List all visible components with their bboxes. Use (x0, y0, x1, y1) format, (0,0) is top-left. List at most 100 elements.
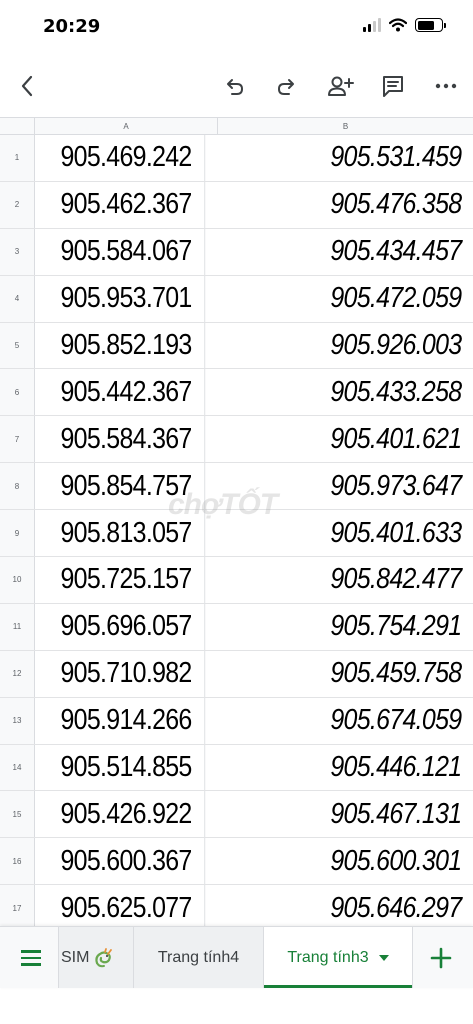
table-row: 6 905.442.367 905.433.258 (0, 369, 473, 417)
toolbar (0, 58, 473, 114)
table-row: 5 905.852.193 905.926.003 (0, 322, 473, 370)
more-options-button[interactable] (429, 70, 463, 102)
status-icons (363, 18, 446, 32)
cell-b-value: 905.600.301 (329, 844, 462, 877)
cell-b[interactable]: 905.842.477 (218, 557, 462, 603)
cell-b-value: 905.926.003 (329, 329, 462, 361)
spreadsheet-grid: A B 1 905.469.242 905.531.459 2 905.462.367 9… (0, 117, 473, 933)
cell-b[interactable]: 905.446.121 (218, 745, 462, 791)
cell-b[interactable]: 905.973.647 (218, 463, 462, 509)
cell-b-value: 905.401.621 (329, 422, 462, 455)
table-row: 16 905.600.367 905.600.301 (0, 838, 473, 886)
wifi-icon (389, 18, 407, 32)
tab-trang-tinh3[interactable]: Trang tính3 (263, 927, 413, 988)
cell-a[interactable]: 905.442.367 (48, 369, 206, 416)
cell-a[interactable]: 905.710.982 (48, 650, 206, 697)
cell-b[interactable]: 905.646.297 (218, 885, 462, 931)
table-row: 8 905.854.757 905.973.647 (0, 463, 473, 511)
row-number[interactable]: 14 (0, 744, 35, 791)
cell-b[interactable]: 905.433.258 (218, 369, 462, 415)
row-number[interactable]: 13 (0, 697, 35, 744)
cell-b[interactable]: 905.531.459 (218, 135, 462, 181)
cell-a[interactable]: 905.725.157 (48, 557, 206, 603)
row-number[interactable]: 4 (0, 275, 35, 322)
cellular-signal-icon (363, 18, 381, 32)
row-number[interactable]: 17 (0, 885, 35, 932)
cell-a[interactable]: 905.625.077 (48, 885, 206, 932)
cell-b[interactable]: 905.467.131 (218, 791, 462, 837)
grid-rows: 1 905.469.242 905.531.459 2 905.462.367 905.4… (0, 135, 473, 933)
row-number[interactable]: 16 (0, 838, 35, 885)
tab-dropdown-icon[interactable] (378, 954, 389, 961)
row-number[interactable]: 5 (0, 322, 35, 369)
comment-button[interactable] (376, 70, 410, 102)
redo-icon (277, 79, 294, 95)
chevron-left-icon (21, 75, 33, 97)
table-row: 11 905.696.057 905.754.291 (0, 603, 473, 651)
cell-a[interactable]: 905.600.367 (48, 838, 206, 885)
cell-b[interactable]: 905.401.633 (218, 510, 462, 556)
cell-b-value: 905.446.121 (329, 751, 462, 784)
cell-b-value: 905.674.059 (329, 704, 462, 737)
table-row: 3 905.584.067 905.434.457 (0, 228, 473, 276)
cell-b-value: 905.842.477 (329, 563, 462, 596)
cell-a[interactable]: 905.914.266 (48, 697, 206, 744)
cell-b-value: 905.646.297 (329, 891, 462, 924)
cell-a[interactable]: 905.584.067 (48, 228, 206, 275)
cell-b[interactable]: 905.472.059 (218, 276, 462, 322)
status-time: 20:29 (43, 16, 101, 37)
cell-a[interactable]: 905.852.193 (48, 322, 206, 369)
table-row: 15 905.426.922 905.467.131 (0, 791, 473, 839)
row-number[interactable]: 11 (0, 603, 35, 650)
all-sheets-menu-button[interactable] (14, 943, 48, 973)
cell-b[interactable]: 905.600.301 (218, 838, 462, 884)
cell-a[interactable]: 905.426.922 (48, 791, 206, 838)
cell-b[interactable]: 905.926.003 (218, 323, 462, 369)
cell-b[interactable]: 905.459.758 (218, 651, 462, 697)
cell-a[interactable]: 905.696.057 (48, 603, 206, 650)
row-number[interactable]: 12 (0, 650, 35, 697)
cell-a[interactable]: 905.813.057 (48, 510, 206, 557)
back-button[interactable] (10, 70, 44, 102)
row-number[interactable]: 1 (0, 135, 35, 181)
tab-sim[interactable]: SIM (58, 927, 133, 988)
cell-a[interactable]: 905.462.367 (48, 181, 206, 228)
cell-a[interactable]: 905.854.757 (48, 463, 206, 510)
column-header-row: A B (0, 117, 473, 135)
cell-a[interactable]: 905.953.701 (48, 275, 206, 322)
plus-icon (430, 947, 452, 969)
share-button[interactable] (323, 70, 357, 102)
row-number[interactable]: 10 (0, 557, 35, 603)
cell-a[interactable]: 905.584.367 (48, 416, 206, 463)
row-number[interactable]: 8 (0, 463, 35, 510)
cell-b[interactable]: 905.754.291 (218, 604, 462, 650)
row-number[interactable]: 6 (0, 369, 35, 416)
cell-b[interactable]: 905.434.457 (218, 229, 462, 275)
redo-button[interactable] (270, 70, 304, 102)
cell-b-value: 905.459.758 (329, 657, 462, 690)
row-number[interactable]: 9 (0, 510, 35, 557)
cell-b-value: 905.531.459 (329, 141, 462, 174)
cell-b[interactable]: 905.401.621 (218, 416, 462, 462)
cell-b[interactable]: 905.674.059 (218, 698, 462, 744)
column-header-a[interactable]: A (35, 118, 218, 135)
cell-a[interactable]: 905.469.242 (48, 135, 206, 181)
row-number[interactable]: 3 (0, 228, 35, 275)
tab-trang-tinh4[interactable]: Trang tính4 (133, 927, 263, 988)
table-row: 4 905.953.701 905.472.059 (0, 275, 473, 323)
select-all-corner[interactable] (0, 118, 35, 135)
status-bar: 20:29 (0, 0, 473, 54)
sheet-tab-bar: SIM Trang tính4 Trang tính3 (0, 926, 473, 988)
add-sheet-button[interactable] (424, 941, 458, 975)
cell-b-value: 905.434.457 (329, 235, 462, 268)
cell-b-value: 905.754.291 (329, 610, 462, 643)
row-number[interactable]: 7 (0, 416, 35, 463)
table-row: 7 905.584.367 905.401.621 (0, 416, 473, 464)
undo-button[interactable] (217, 70, 251, 102)
row-number[interactable]: 15 (0, 791, 35, 838)
cell-b[interactable]: 905.476.358 (218, 182, 462, 228)
row-number[interactable]: 2 (0, 181, 35, 228)
tab-sim-label: SIM (61, 948, 90, 966)
cell-a[interactable]: 905.514.855 (48, 744, 206, 791)
column-header-b[interactable]: B (218, 118, 473, 135)
